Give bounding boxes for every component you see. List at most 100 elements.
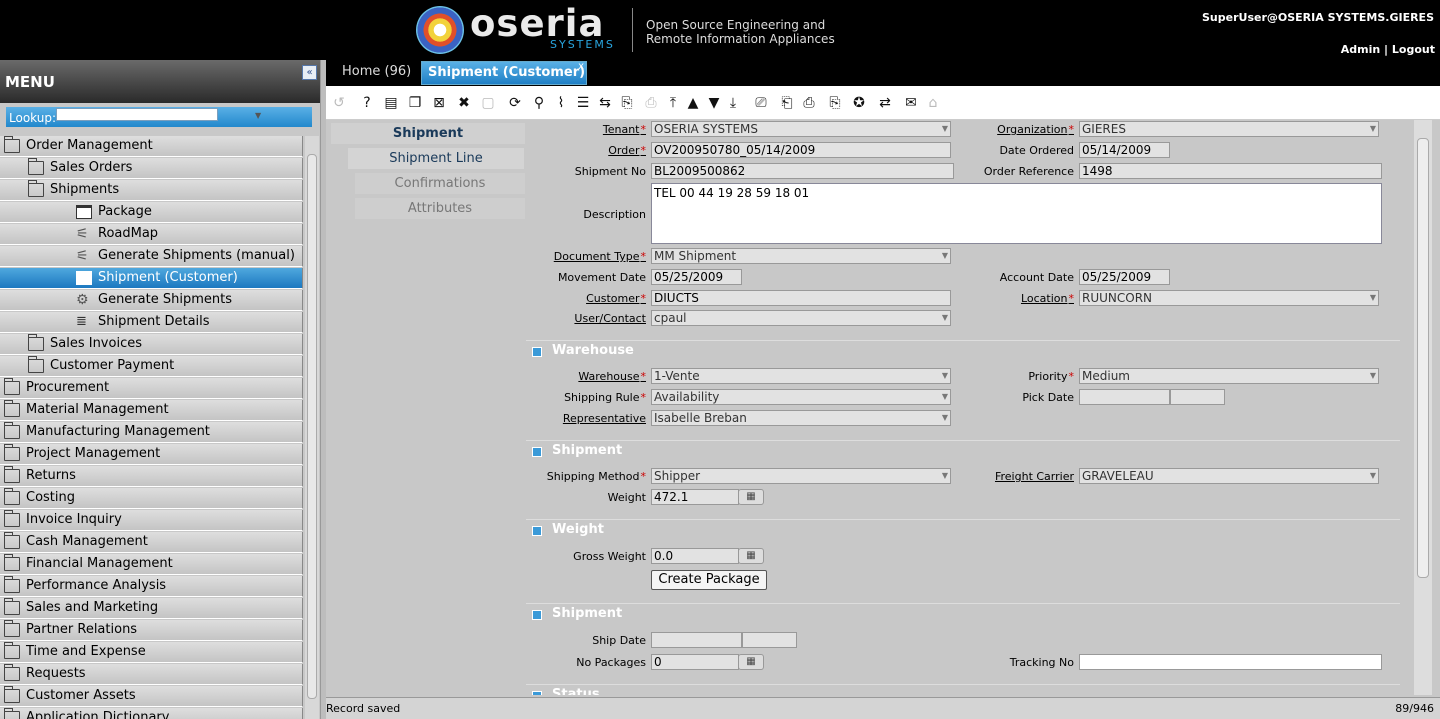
section-warehouse[interactable]: Warehouse <box>526 340 1400 362</box>
section-status[interactable]: Status <box>526 684 1400 695</box>
new-record-icon[interactable]: ▤ <box>382 94 400 112</box>
tab-shipment-line[interactable]: Shipment Line <box>348 148 524 169</box>
grid-toggle-icon[interactable]: ☰ <box>574 94 592 112</box>
menu-item[interactable]: Material Management <box>0 400 303 421</box>
zoom-across-icon[interactable]: ⎘ <box>618 94 636 112</box>
menu-scrollbar[interactable] <box>305 136 319 719</box>
report-icon[interactable]: ⎚ <box>752 94 770 112</box>
menu-item[interactable]: Customer Payment <box>0 356 303 377</box>
first-record-icon[interactable]: ⤒ <box>664 94 682 112</box>
description-textarea[interactable]: TEL 00 44 19 28 59 18 01 <box>651 183 1382 244</box>
chevron-down-icon[interactable]: ▼ <box>942 411 948 425</box>
section-shipment[interactable]: Shipment <box>526 440 1400 462</box>
menu-item[interactable]: Package <box>0 202 303 223</box>
user-contact-field[interactable]: cpaul ▼ <box>651 310 951 326</box>
menu-item[interactable]: Partner Relations <box>0 620 303 641</box>
tenant-field[interactable]: OSERIA SYSTEMS ▼ <box>651 121 951 137</box>
menu-item[interactable]: Requests <box>0 664 303 685</box>
form-scrollbar-thumb[interactable] <box>1417 138 1429 578</box>
tab-home[interactable]: Home (96) <box>336 61 417 85</box>
create-package-button[interactable]: Create Package <box>651 570 767 590</box>
shipping-rule-field[interactable]: Availability ▼ <box>651 389 951 405</box>
movement-date-field[interactable]: 05/25/2009 <box>651 269 742 285</box>
account-date-field[interactable]: 05/25/2009 <box>1079 269 1170 285</box>
next-record-icon[interactable]: ▼ <box>705 94 723 112</box>
section-toggle-icon[interactable] <box>532 691 542 695</box>
request-icon[interactable]: ✉ <box>902 94 920 112</box>
translation-icon[interactable]: ⇄ <box>876 94 894 112</box>
close-icon[interactable]: x <box>578 56 584 78</box>
menu-item[interactable]: ⚙ Generate Shipments <box>0 290 303 311</box>
section-toggle-icon[interactable] <box>532 347 542 357</box>
chevron-down-icon[interactable]: ▼ <box>255 111 261 120</box>
tab-shipment-customer[interactable]: Shipment (Customer) x <box>421 61 587 85</box>
menu-item[interactable]: Performance Analysis <box>0 576 303 597</box>
menu-item[interactable]: Sales Invoices <box>0 334 303 355</box>
logout-link[interactable]: Logout <box>1392 43 1435 56</box>
no-packages-field[interactable]: 0 <box>651 654 739 670</box>
delete-selection-icon[interactable]: ✖ <box>455 94 473 112</box>
archive-icon[interactable]: ⎗ <box>778 94 796 112</box>
calculator-icon[interactable]: ▦ <box>738 489 764 505</box>
copy-record-icon[interactable]: ❐ <box>406 94 424 112</box>
menu-item[interactable]: ⚟ Generate Shipments (manual) <box>0 246 303 267</box>
menu-item[interactable]: Sales and Marketing <box>0 598 303 619</box>
history-icon[interactable]: ⇆ <box>596 94 614 112</box>
document-type-field[interactable]: MM Shipment ▼ <box>651 248 951 264</box>
tab-confirmations[interactable]: Confirmations <box>355 173 525 194</box>
chevron-down-icon[interactable]: ▼ <box>942 390 948 404</box>
gross-weight-field[interactable]: 0.0 <box>651 548 739 564</box>
form-scrollbar[interactable] <box>1414 120 1432 695</box>
pick-date-field[interactable] <box>1079 389 1170 405</box>
go-home-icon[interactable]: ⌂ <box>924 94 942 112</box>
customer-field[interactable]: DIUCTS <box>651 290 951 306</box>
menu-item[interactable]: Shipments <box>0 180 303 201</box>
organization-field[interactable]: GIERES ▼ <box>1079 121 1379 137</box>
menu-item[interactable]: ⚟ RoadMap <box>0 224 303 245</box>
chevron-down-icon[interactable]: ▼ <box>1370 122 1376 136</box>
location-field[interactable]: RUUNCORN ▼ <box>1079 290 1379 306</box>
warehouse-field[interactable]: 1-Vente ▼ <box>651 368 951 384</box>
undo-icon[interactable]: ↺ <box>330 94 348 112</box>
menu-item[interactable]: Customer Assets <box>0 686 303 707</box>
menu-item[interactable]: Cash Management <box>0 532 303 553</box>
ship-time-field[interactable] <box>742 632 797 648</box>
menu-item[interactable]: Returns <box>0 466 303 487</box>
pick-time-field[interactable] <box>1170 389 1225 405</box>
panel-splitter[interactable] <box>320 60 326 719</box>
calculator-icon[interactable]: ▦ <box>738 548 764 564</box>
menu-item[interactable]: Shipment (Customer) <box>0 268 303 289</box>
find-icon[interactable]: ⚲ <box>530 94 548 112</box>
section-shipment-2[interactable]: Shipment <box>526 603 1400 625</box>
menu-item[interactable]: Sales Orders <box>0 158 303 179</box>
refresh-icon[interactable]: ⟳ <box>506 94 524 112</box>
chevron-down-icon[interactable]: ▼ <box>942 469 948 483</box>
attachment-icon[interactable]: ⌇ <box>552 94 570 112</box>
active-workflows-icon[interactable]: ⎙ <box>642 94 660 112</box>
chevron-down-icon[interactable]: ▼ <box>1370 369 1376 383</box>
weight-field[interactable]: 472.1 <box>651 489 739 505</box>
shipment-no-field[interactable]: BL2009500862 <box>651 163 954 179</box>
product-info-icon[interactable]: ✪ <box>850 94 868 112</box>
menu-item[interactable]: Procurement <box>0 378 303 399</box>
last-record-icon[interactable]: ⤓ <box>724 94 742 112</box>
menu-item[interactable]: Application Dictionary <box>0 708 303 719</box>
menu-item[interactable]: ≣ Shipment Details <box>0 312 303 333</box>
lookup-input[interactable]: ▼ <box>56 108 261 121</box>
menu-item[interactable]: Time and Expense <box>0 642 303 663</box>
collapse-menu-icon[interactable]: « <box>302 65 317 80</box>
chevron-down-icon[interactable]: ▼ <box>942 122 948 136</box>
tracking-no-field[interactable] <box>1079 654 1382 670</box>
date-ordered-field[interactable]: 05/14/2009 <box>1079 142 1170 158</box>
order-field[interactable]: OV200950780_05/14/2009 <box>651 142 951 158</box>
print-preview-icon[interactable]: ⎘ <box>826 94 844 112</box>
section-toggle-icon[interactable] <box>532 526 542 536</box>
chevron-down-icon[interactable]: ▼ <box>1370 469 1376 483</box>
section-toggle-icon[interactable] <box>532 447 542 457</box>
shipping-method-field[interactable]: Shipper ▼ <box>651 468 951 484</box>
chevron-down-icon[interactable]: ▼ <box>1370 291 1376 305</box>
order-reference-field[interactable]: 1498 <box>1079 163 1382 179</box>
print-icon[interactable]: ⎙ <box>800 94 818 112</box>
ship-date-field[interactable] <box>651 632 742 648</box>
representative-field[interactable]: Isabelle Breban ▼ <box>651 410 951 426</box>
